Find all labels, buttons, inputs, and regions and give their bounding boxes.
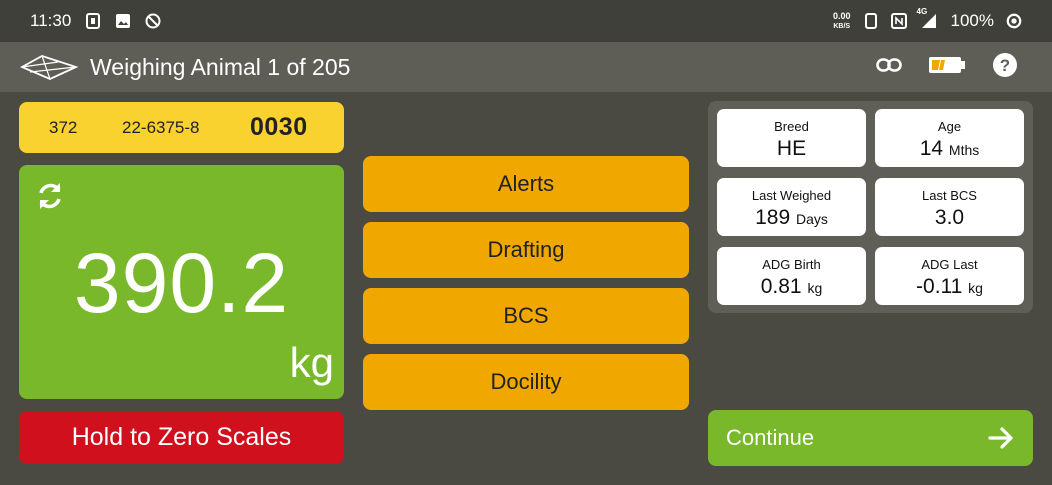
- animal-tag-bar[interactable]: 372 22-6375-8 0030: [19, 102, 344, 153]
- signal-icon: 4G: [917, 7, 939, 29]
- info-breed-value: HE: [776, 137, 807, 160]
- help-icon[interactable]: ?: [992, 52, 1018, 83]
- status-bar: 11:30 0.00 KB/S 4G 100%: [0, 0, 1052, 42]
- vibrate-icon: [863, 13, 879, 29]
- info-last-bcs-value: 3.0: [934, 206, 965, 229]
- drafting-button[interactable]: Drafting: [363, 222, 689, 278]
- info-age-value: 14: [919, 137, 944, 160]
- continue-button[interactable]: Continue: [708, 410, 1033, 466]
- tag-id-nlis: 22-6375-8: [122, 117, 200, 137]
- info-adg-last-label: ADG Last: [921, 257, 978, 272]
- info-last-weighed: Last Weighed 189 Days: [717, 178, 866, 236]
- info-adg-birth-unit: kg: [807, 280, 823, 296]
- data-saver-icon: [145, 13, 161, 29]
- refresh-icon[interactable]: [33, 179, 67, 213]
- sim-icon: [85, 13, 101, 29]
- bcs-button[interactable]: BCS: [363, 288, 689, 344]
- info-age: Age 14 Mths: [875, 109, 1024, 167]
- info-adg-last: ADG Last -0.11 kg: [875, 247, 1024, 305]
- info-last-bcs: Last BCS 3.0: [875, 178, 1024, 236]
- network-speed: 0.00 KB/S: [832, 10, 851, 31]
- animal-info-panel: Breed HE Age 14 Mths Last Weighed 189 Da…: [708, 101, 1033, 313]
- info-breed: Breed HE: [717, 109, 866, 167]
- app-bar: Weighing Animal 1 of 205 ?: [0, 42, 1052, 92]
- network-speed-value: 0.00: [832, 10, 851, 21]
- signal-label: 4G: [916, 7, 928, 16]
- zero-scales-button[interactable]: Hold to Zero Scales: [19, 411, 344, 464]
- weight-value: 390.2: [73, 236, 290, 330]
- info-adg-birth-value: 0.81: [760, 275, 802, 298]
- battery-ring-icon: [1006, 13, 1022, 29]
- info-age-label: Age: [937, 119, 962, 134]
- info-last-bcs-label: Last BCS: [922, 188, 977, 203]
- info-adg-last-value: -0.11: [916, 275, 963, 298]
- weight-display: 390.2 kg: [19, 165, 344, 399]
- info-last-weighed-label: Last Weighed: [751, 188, 832, 203]
- status-time: 11:30: [30, 11, 72, 30]
- info-adg-birth-label: ADG Birth: [762, 257, 821, 272]
- info-last-weighed-unit: Days: [795, 211, 828, 227]
- info-age-unit: Mths: [948, 142, 980, 158]
- app-logo-icon[interactable]: [19, 52, 79, 82]
- svg-text:?: ?: [1000, 56, 1010, 75]
- alerts-button[interactable]: Alerts: [363, 156, 689, 212]
- page-title: Weighing Animal 1 of 205: [90, 53, 351, 80]
- nfc-icon: [890, 13, 907, 29]
- link-icon[interactable]: [876, 57, 902, 78]
- network-speed-unit: KB/S: [833, 22, 851, 30]
- image-icon: [115, 13, 131, 29]
- continue-label: Continue: [726, 425, 815, 450]
- info-last-weighed-value: 189: [755, 206, 791, 229]
- tag-id-short: 372: [49, 117, 78, 137]
- battery-percent: 100%: [950, 11, 994, 30]
- info-adg-last-unit: kg: [968, 280, 983, 296]
- info-breed-label: Breed: [774, 119, 809, 134]
- docility-button[interactable]: Docility: [363, 354, 689, 410]
- info-adg-birth: ADG Birth 0.81 kg: [717, 247, 866, 305]
- battery-icon[interactable]: [928, 55, 966, 80]
- arrow-right-icon: [987, 424, 1015, 452]
- tag-id-visual: 0030: [250, 113, 308, 141]
- weight-unit: kg: [289, 339, 334, 386]
